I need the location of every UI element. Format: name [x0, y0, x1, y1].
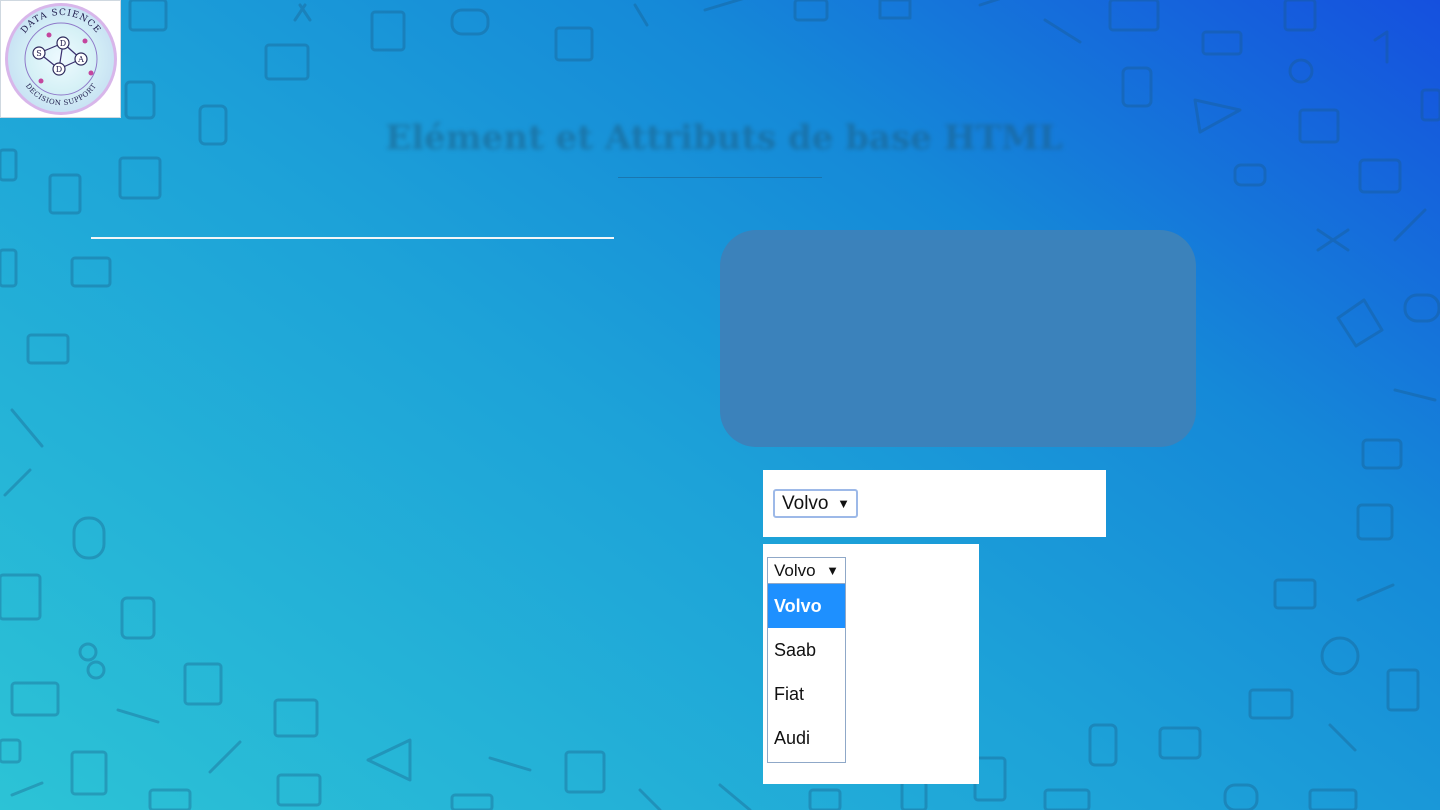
logo-letter: A: [77, 55, 84, 64]
slide-title: Elément et Attributs de base HTML: [385, 118, 1063, 158]
option-saab[interactable]: Saab: [768, 628, 845, 672]
dropdown-arrow-icon: ▼: [826, 563, 839, 578]
select-example-open: Volvo ▼ Volvo Saab Fiat Audi: [763, 544, 979, 784]
logo-letter: S: [36, 49, 41, 58]
option-volvo[interactable]: Volvo: [768, 584, 845, 628]
option-fiat[interactable]: Fiat: [768, 672, 845, 716]
logo-letter: D: [60, 39, 66, 48]
logo-letter: D: [56, 65, 62, 74]
select-example-closed: Volvo ▼: [763, 470, 1106, 537]
dropdown-arrow-icon: ▼: [837, 496, 850, 511]
car-options-list: Volvo Saab Fiat Audi: [767, 583, 846, 763]
option-audi[interactable]: Audi: [768, 716, 845, 760]
data-science-logo: S D A D DATA SCIENCE DECISION SUPPORT: [0, 0, 121, 118]
content-panel: [720, 230, 1196, 447]
car-select-open[interactable]: Volvo ▼: [767, 557, 846, 584]
car-select[interactable]: Volvo ▼: [773, 489, 858, 518]
title-underline: [618, 177, 822, 178]
car-select-value: Volvo: [774, 560, 816, 580]
car-select-value: Volvo: [782, 492, 829, 514]
section-divider: [91, 237, 614, 239]
